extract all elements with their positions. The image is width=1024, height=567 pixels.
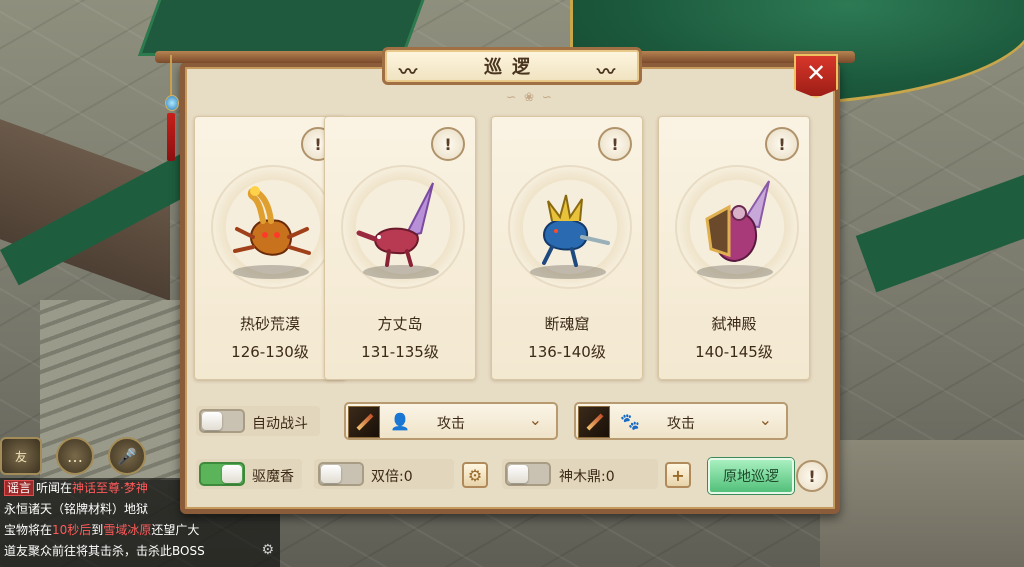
repel-incense-toggle[interactable] — [199, 462, 245, 486]
gear-icon[interactable]: ⚙ — [462, 462, 488, 488]
double-label: 双倍:0 — [371, 469, 413, 485]
auto-battle-toggle[interactable] — [199, 409, 245, 433]
chat-channel-badge: 谣言 — [4, 480, 35, 496]
chat-text: 听闻在 — [36, 481, 73, 495]
pet-skill-dropdown[interactable]: 🐾 攻击 ⌄ — [574, 402, 788, 440]
jade-charm-decoration — [163, 55, 179, 165]
chat-line: 宝物将在10秒后到雪域冰原还望广大 — [4, 520, 276, 541]
area-level-range: 131-135级 — [361, 343, 439, 361]
chat-highlight: 雪域冰原 — [103, 523, 152, 537]
area-card-2[interactable]: ! 方丈岛 131-135级 — [324, 116, 476, 380]
pet-skill-value: 攻击 — [667, 416, 695, 432]
shenmuding-toggle[interactable] — [505, 462, 551, 486]
auto-battle-label: 自动战斗 — [252, 416, 308, 432]
chat-highlight: 神话至尊·梦神 — [72, 481, 148, 495]
friends-icon[interactable]: 友 — [0, 437, 42, 475]
hud-icon-bar: 友 … 🎤 — [0, 437, 146, 475]
info-button[interactable]: ! — [765, 127, 799, 161]
chat-highlight: 10秒后 — [52, 523, 92, 537]
area-level-range: 126-130级 — [231, 343, 309, 361]
area-name: 热砂荒漠 — [239, 315, 300, 333]
building-decoration — [820, 440, 1024, 567]
area-name: 断魂窟 — [544, 315, 590, 333]
dialog-title-plate: 〰 巡逻 〰 — [382, 47, 642, 85]
area-level-range: 140-145级 — [695, 343, 773, 361]
microphone-icon[interactable]: 🎤 — [108, 437, 146, 475]
info-button[interactable]: ! — [598, 127, 632, 161]
area-card-4[interactable]: ! 弑神殿 140-145级 — [658, 116, 810, 380]
swirl-icon: 〰 — [399, 62, 427, 83]
area-card-3[interactable]: ! 断魂窟 136-140级 — [491, 116, 643, 380]
shenmuding-label: 神木鼎:0 — [559, 469, 615, 485]
chat-text: 还望广大 — [151, 523, 200, 537]
ledge-decoration — [855, 167, 1024, 293]
chat-settings-gear-icon[interactable]: ⚙ — [261, 540, 274, 561]
armored-warrior-monster-icon — [705, 180, 770, 263]
help-button[interactable]: ! — [796, 460, 828, 492]
area-name: 方丈岛 — [377, 315, 423, 333]
area-name: 弑神殿 — [711, 315, 757, 333]
plus-icon[interactable]: + — [665, 462, 691, 488]
close-icon: ✕ — [805, 59, 827, 87]
spiked-beast-monster-icon — [542, 194, 610, 267]
dialog-title: 巡逻 — [484, 57, 540, 78]
double-toggle[interactable] — [318, 462, 364, 486]
scorpion-monster-icon — [233, 186, 311, 256]
chat-text: 到 — [91, 523, 104, 537]
role-skill-value: 攻击 — [437, 416, 465, 432]
patrol-in-place-button[interactable]: 原地巡逻 — [708, 458, 794, 494]
chat-bubble-icon[interactable]: … — [56, 437, 94, 475]
close-button[interactable]: ✕ — [794, 54, 838, 98]
role-skill-dropdown[interactable]: 👤 攻击 ⌄ — [344, 402, 558, 440]
ornament-divider: ∽ ❀ ∽ — [506, 90, 554, 104]
repel-incense-label: 驱魔香 — [252, 469, 294, 485]
winged-dragon-monster-icon — [356, 182, 434, 267]
chat-line: 道友聚众前往将其击杀，击杀此BOSS — [4, 544, 205, 558]
chevron-down-icon: ⌄ — [758, 410, 772, 429]
swirl-icon: 〰 — [597, 62, 625, 83]
info-button[interactable]: ! — [431, 127, 465, 161]
chat-text: 宝物将在 — [4, 523, 53, 537]
area-level-range: 136-140级 — [528, 343, 606, 361]
chevron-down-icon: ⌄ — [528, 410, 542, 429]
